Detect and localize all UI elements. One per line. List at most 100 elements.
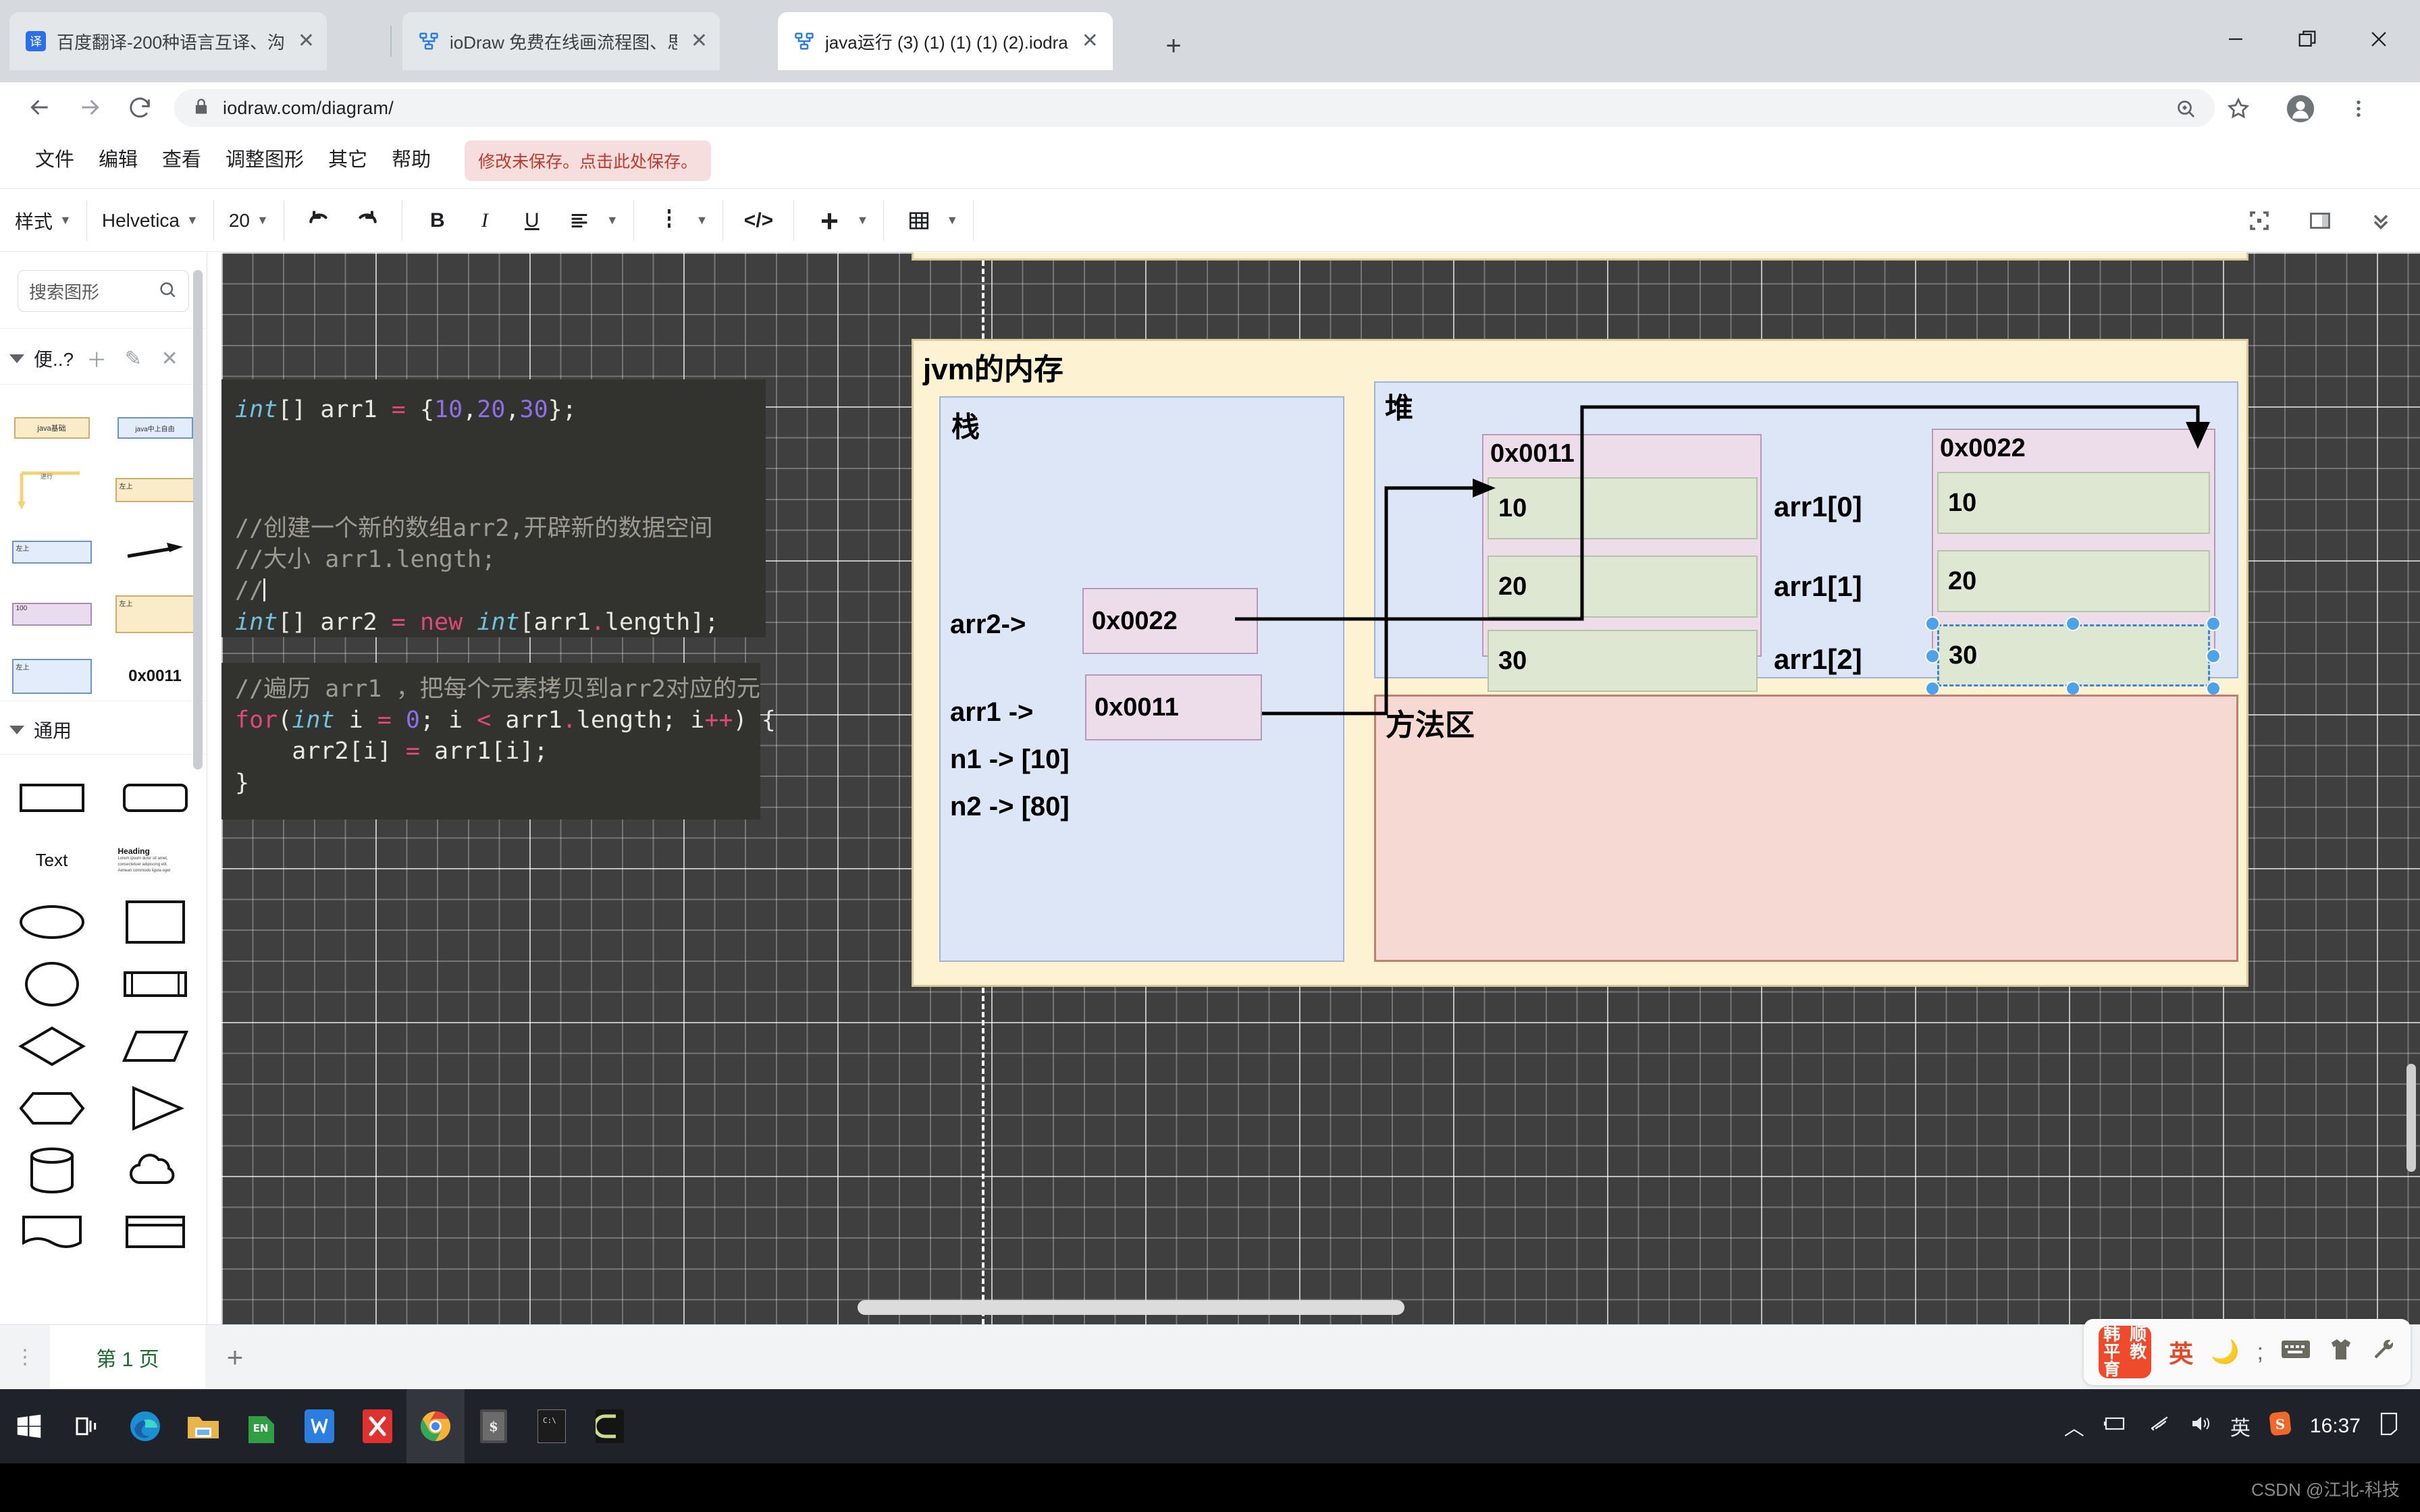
- chevron-down-icon[interactable]: ▼: [856, 213, 868, 227]
- add-page-button[interactable]: +: [205, 1325, 265, 1390]
- shape-text[interactable]: Text: [0, 829, 103, 891]
- add-icon[interactable]: ＋: [83, 344, 110, 373]
- shape-triangle[interactable]: [103, 1077, 207, 1139]
- shape-cloud[interactable]: [103, 1139, 207, 1202]
- file-explorer-icon[interactable]: [174, 1389, 232, 1463]
- chevron-up-icon[interactable]: ︿: [2064, 1411, 2084, 1441]
- shape-arrow[interactable]: [103, 521, 207, 583]
- edge-icon[interactable]: [116, 1389, 174, 1463]
- page-tab-1[interactable]: 第 1 页: [50, 1324, 205, 1390]
- resize-handle[interactable]: [1925, 681, 1940, 696]
- shape-text-0x0011[interactable]: 0x0011: [103, 645, 207, 707]
- edit-pencil-icon[interactable]: ✎: [120, 347, 147, 371]
- align-left-icon[interactable]: [559, 200, 600, 241]
- shape-note[interactable]: [103, 1202, 207, 1264]
- heap-box[interactable]: 堆 0x0011 10 20 30 arr1[0] arr1[1] arr1[2…: [1374, 381, 2238, 696]
- close-icon[interactable]: ✕: [298, 31, 315, 51]
- moon-icon[interactable]: 🌙: [2211, 1339, 2239, 1366]
- array-cell[interactable]: 10: [1937, 472, 2210, 534]
- shape-java-note[interactable]: java基础: [0, 397, 103, 459]
- volume-icon[interactable]: [2188, 1413, 2213, 1439]
- shape-rounded-rectangle[interactable]: [103, 767, 207, 829]
- code-block-declaration-body[interactable]: //创建一个新的数组arr2,开辟新的数据空间//大小 arr1.length;…: [221, 502, 766, 637]
- font-family-dropdown[interactable]: Helvetica ▼: [87, 200, 214, 241]
- shape-corner-arrow[interactable]: 进行: [0, 459, 103, 521]
- browser-tab-2[interactable]: java运行 (3) (1) (1) (1) (2).iodra ✕: [778, 12, 1113, 70]
- ime-indicator[interactable]: 英: [2230, 1411, 2251, 1441]
- resize-handle[interactable]: [2206, 616, 2221, 631]
- browser-tab-0[interactable]: 译 百度翻译-200种语言互译、沟通 ✕: [9, 12, 327, 70]
- shape-process[interactable]: [103, 953, 207, 1015]
- shape-big-yellow-box[interactable]: 左上: [103, 583, 207, 645]
- start-button[interactable]: [0, 1389, 58, 1463]
- hanshunping-logo[interactable]: 韩 顺 平 教 育: [2099, 1325, 2152, 1378]
- cmd-icon[interactable]: [581, 1389, 639, 1463]
- profile-avatar-icon[interactable]: [2284, 92, 2317, 126]
- close-icon[interactable]: ✕: [1082, 31, 1099, 51]
- code-block-loop[interactable]: //遍历 arr1 ，把每个元素拷贝到arr2对应的元 for(int i = 0…: [221, 663, 776, 819]
- shape-hexagon[interactable]: [0, 1077, 103, 1139]
- add-icon[interactable]: +: [809, 200, 849, 241]
- redo-icon[interactable]: [346, 200, 387, 241]
- kebab-menu-icon[interactable]: [2342, 92, 2375, 126]
- resize-handle[interactable]: [2066, 616, 2080, 631]
- array-cell[interactable]: 20: [1488, 556, 1758, 618]
- shape-big-blue-box[interactable]: 左上: [0, 645, 103, 707]
- undo-icon[interactable]: [299, 200, 340, 241]
- jvm-container-top-partial[interactable]: [912, 252, 2248, 261]
- diagram-canvas[interactable]: int[] arr1 = {10,20,30}; //创建一个新的数组arr2,…: [221, 252, 2420, 1389]
- chrome-icon[interactable]: [406, 1389, 465, 1463]
- reload-icon[interactable]: [115, 82, 165, 132]
- bookmark-star-icon[interactable]: [2221, 92, 2255, 126]
- horizontal-scrollbar[interactable]: [858, 1300, 1404, 1315]
- vertical-dots-icon[interactable]: [649, 200, 689, 241]
- menu-item-extras[interactable]: 其它: [316, 151, 379, 170]
- semicolon-icon[interactable]: ;: [2257, 1339, 2263, 1366]
- clock[interactable]: 16:37: [2310, 1415, 2361, 1438]
- array-cell[interactable]: 30: [1488, 630, 1758, 692]
- underline-button[interactable]: U: [512, 200, 552, 241]
- restore-icon[interactable]: [2270, 15, 2344, 63]
- xmind-icon[interactable]: [348, 1389, 406, 1463]
- shape-document[interactable]: [0, 1202, 103, 1264]
- shape-circle[interactable]: [0, 953, 103, 1015]
- bold-button[interactable]: B: [417, 200, 458, 241]
- back-arrow-icon[interactable]: [15, 82, 65, 132]
- toggle-panel-icon[interactable]: [2300, 200, 2340, 241]
- code-block-declaration[interactable]: int[] arr1 = {10,20,30};: [221, 379, 766, 502]
- style-dropdown[interactable]: 样式 ▼: [0, 200, 87, 241]
- sogou-icon[interactable]: S: [2268, 1410, 2292, 1442]
- close-x-icon[interactable]: ✕: [156, 347, 183, 371]
- sidebar-section-header-custom[interactable]: 便..? ＋ ✎ ✕: [0, 328, 207, 385]
- vertical-dots-icon[interactable]: ⋮: [0, 1347, 50, 1368]
- jvm-memory-container[interactable]: jvm的内存 栈 arr2-> 0x0022 arr1 -> 0x0011 n1…: [912, 339, 2248, 987]
- shape-square[interactable]: [103, 891, 207, 953]
- wifi-icon[interactable]: [2147, 1413, 2171, 1439]
- close-icon[interactable]: ✕: [691, 31, 708, 51]
- shape-java-blue-note[interactable]: java中上自由: [103, 397, 207, 459]
- menu-item-edit[interactable]: 编辑: [86, 151, 150, 170]
- new-tab-button[interactable]: +: [1156, 28, 1191, 63]
- shape-purple-box[interactable]: 100: [0, 583, 103, 645]
- table-icon[interactable]: [899, 200, 939, 241]
- array-cell-selected[interactable]: 30: [1937, 624, 2210, 686]
- shape-yellow-box[interactable]: 左上: [103, 459, 207, 521]
- array-arr2-object[interactable]: 0x0022 10 20 30: [1925, 429, 2221, 696]
- address-bar[interactable]: iodraw.com/diagram/: [174, 89, 2215, 127]
- font-size-dropdown[interactable]: 20 ▼: [214, 200, 284, 241]
- menu-item-view[interactable]: 查看: [150, 151, 213, 170]
- browser-tab-1[interactable]: ioDraw 免费在线画流程图、思维 ✕: [402, 12, 720, 70]
- menu-item-help[interactable]: 帮助: [379, 151, 443, 170]
- menu-item-file[interactable]: 文件: [23, 151, 86, 170]
- skin-icon[interactable]: [2328, 1337, 2354, 1368]
- shape-parallelogram[interactable]: [103, 1015, 207, 1077]
- array-cell[interactable]: 10: [1488, 477, 1758, 539]
- shape-blue-box[interactable]: 左上: [0, 521, 103, 583]
- resize-handle[interactable]: [1925, 649, 1940, 664]
- stack-entry-value-arr2[interactable]: 0x0022: [1082, 588, 1258, 654]
- zoom-icon[interactable]: [2169, 92, 2203, 126]
- double-chevron-down-icon[interactable]: [2361, 200, 2401, 241]
- unsaved-changes-banner[interactable]: 修改未保存。点击此处保存。: [465, 140, 712, 181]
- shape-diamond[interactable]: [0, 1015, 103, 1077]
- array-cell[interactable]: 20: [1937, 550, 2210, 612]
